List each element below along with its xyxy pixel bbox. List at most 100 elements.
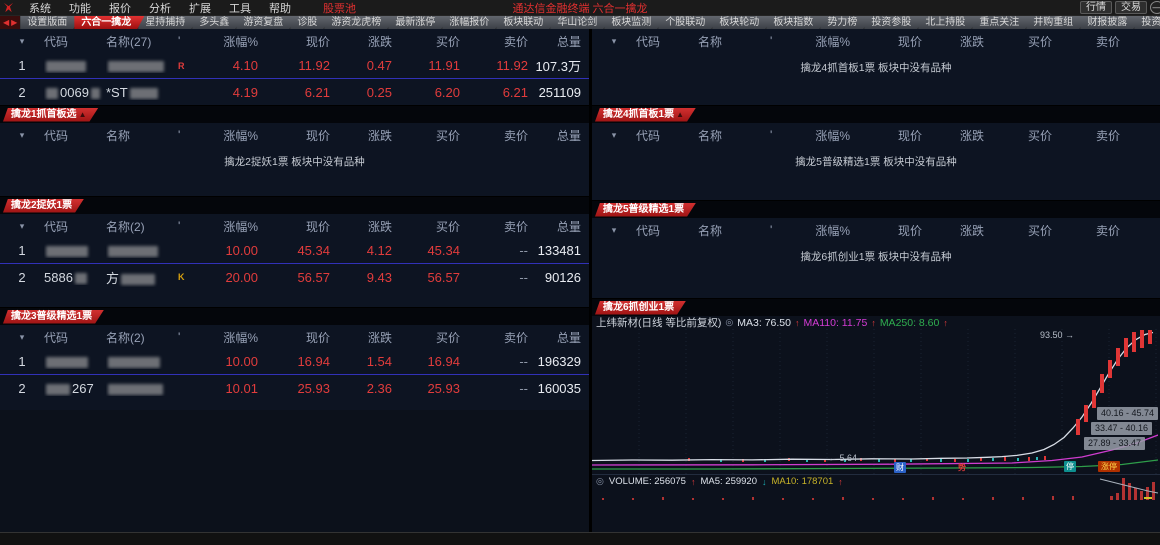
column-header[interactable]: 名称 bbox=[106, 127, 178, 144]
column-header[interactable]: 买价 bbox=[392, 127, 460, 144]
column-header[interactable]: 买价 bbox=[392, 329, 460, 346]
page-tab[interactable]: 华山论剑 bbox=[550, 16, 610, 29]
header-dropdown-icon[interactable]: ▾ bbox=[0, 221, 44, 232]
menu-item-stock-pool[interactable]: 股票池 bbox=[314, 0, 365, 16]
column-header[interactable]: ' bbox=[178, 128, 200, 142]
column-header[interactable]: 买价 bbox=[392, 33, 460, 50]
column-header[interactable]: 买价 bbox=[984, 127, 1052, 144]
column-header[interactable]: 涨跌 bbox=[330, 218, 392, 235]
column-header[interactable]: 总量 bbox=[528, 218, 589, 235]
column-header[interactable]: 总量 bbox=[1120, 222, 1160, 239]
page-tab[interactable]: 最新涨停 bbox=[388, 16, 448, 29]
column-header[interactable]: 涨幅% bbox=[792, 33, 850, 50]
column-header[interactable]: 名称(27) bbox=[106, 33, 178, 50]
column-header[interactable]: 涨跌 bbox=[922, 222, 984, 239]
column-header[interactable]: 总量 bbox=[1120, 127, 1160, 144]
column-header[interactable]: 涨跌 bbox=[330, 33, 392, 50]
column-header[interactable]: 代码 bbox=[44, 218, 106, 235]
column-header[interactable]: 买价 bbox=[392, 218, 460, 235]
tab-scroll-left-icon[interactable]: ◀ bbox=[3, 19, 9, 27]
header-dropdown-icon[interactable]: ▾ bbox=[0, 332, 44, 343]
column-header[interactable]: 代码 bbox=[44, 127, 106, 144]
column-header[interactable]: ' bbox=[178, 219, 200, 233]
table-row[interactable]: 1 10.00 45.34 4.12 45.34 -- 133481 bbox=[0, 238, 589, 264]
column-header[interactable]: 名称(2) bbox=[106, 329, 178, 346]
header-dropdown-icon[interactable]: ▾ bbox=[0, 36, 44, 47]
page-tab[interactable]: 投资数据 bbox=[1134, 16, 1160, 29]
column-header[interactable]: 卖价 bbox=[1052, 33, 1120, 50]
volume-chart[interactable]: ◎ VOLUME: 256075↑ MA5: 259920↓ MA10: 178… bbox=[592, 474, 1160, 500]
column-header[interactable]: 代码 bbox=[636, 222, 698, 239]
tab-scroll-arrows[interactable]: ◀ ▶ bbox=[0, 16, 20, 29]
column-header[interactable]: 卖价 bbox=[460, 127, 528, 144]
menu-item-function[interactable]: 功能 bbox=[60, 0, 100, 16]
menu-item-tools[interactable]: 工具 bbox=[220, 0, 260, 16]
column-header[interactable]: ' bbox=[770, 128, 792, 142]
menu-item-extend[interactable]: 扩展 bbox=[180, 0, 220, 16]
column-header[interactable]: ' bbox=[770, 223, 792, 237]
page-tab[interactable]: 游资复盘 bbox=[236, 16, 296, 29]
column-header[interactable]: 代码 bbox=[636, 127, 698, 144]
column-header[interactable]: 现价 bbox=[850, 33, 922, 50]
column-header[interactable]: 总量 bbox=[1120, 33, 1160, 50]
column-header[interactable]: 涨幅% bbox=[200, 127, 258, 144]
page-tab[interactable]: 板块监测 bbox=[604, 16, 664, 29]
page-tab[interactable]: 重点关注 bbox=[972, 16, 1032, 29]
column-header[interactable]: 涨幅% bbox=[200, 33, 258, 50]
column-header[interactable]: 涨跌 bbox=[330, 329, 392, 346]
column-header[interactable]: 现价 bbox=[258, 329, 330, 346]
column-header[interactable]: 代码 bbox=[636, 33, 698, 50]
column-header[interactable]: 涨幅% bbox=[792, 127, 850, 144]
column-header[interactable]: 卖价 bbox=[460, 33, 528, 50]
column-header[interactable]: 卖价 bbox=[1052, 127, 1120, 144]
column-header[interactable]: 名称(2) bbox=[106, 218, 178, 235]
table-row[interactable]: 1 10.00 16.94 1.54 16.94 -- 196329 bbox=[0, 349, 589, 375]
column-header[interactable]: 现价 bbox=[850, 222, 922, 239]
page-tab[interactable]: 并购重组 bbox=[1026, 16, 1086, 29]
column-header[interactable]: 代码 bbox=[44, 33, 106, 50]
page-tab[interactable]: 板块轮动 bbox=[712, 16, 772, 29]
quote-button[interactable]: 行情 bbox=[1080, 1, 1112, 14]
page-tab[interactable]: 板块指数 bbox=[766, 16, 826, 29]
header-dropdown-icon[interactable]: ▾ bbox=[592, 36, 636, 47]
menu-item-system[interactable]: 系统 bbox=[20, 0, 60, 16]
column-header[interactable]: 名称 bbox=[698, 222, 770, 239]
column-header[interactable]: 涨跌 bbox=[922, 127, 984, 144]
page-tab[interactable]: 多头鑫 bbox=[192, 16, 242, 29]
column-header[interactable]: 总量 bbox=[528, 329, 589, 346]
page-tab[interactable]: 板块联动 bbox=[496, 16, 556, 29]
column-header[interactable]: 买价 bbox=[984, 33, 1052, 50]
table-row[interactable]: 2 0069 *ST 4.19 6.21 0.25 6.20 6.21 2511… bbox=[0, 79, 589, 105]
column-header[interactable]: 卖价 bbox=[460, 329, 528, 346]
page-tab[interactable]: 势力榜 bbox=[820, 16, 870, 29]
price-chart[interactable]: 93.50 → 40.16 - 45.74 33.47 - 40.16 27.8… bbox=[592, 329, 1160, 474]
column-header[interactable]: 现价 bbox=[850, 127, 922, 144]
column-header[interactable]: ' bbox=[178, 330, 200, 344]
table-row[interactable]: 2 267 10.01 25.93 2.36 25.93 -- 160035 bbox=[0, 375, 589, 401]
column-header[interactable]: 涨幅% bbox=[200, 329, 258, 346]
menu-item-quotes[interactable]: 报价 bbox=[100, 0, 140, 16]
page-tab[interactable]: 星持捕持 bbox=[138, 16, 198, 29]
tab-scroll-right-icon[interactable]: ▶ bbox=[11, 19, 17, 27]
menu-item-analysis[interactable]: 分析 bbox=[140, 0, 180, 16]
table-row[interactable]: 2 5886 方 K 20.00 56.57 9.43 56.57 -- 901… bbox=[0, 264, 589, 290]
column-header[interactable]: 名称 bbox=[698, 127, 770, 144]
column-header[interactable]: 涨幅% bbox=[200, 218, 258, 235]
page-tab[interactable]: 游资龙虎榜 bbox=[324, 16, 394, 29]
page-tab[interactable]: 六合一擒龙 bbox=[74, 16, 144, 29]
column-header[interactable]: 现价 bbox=[258, 127, 330, 144]
column-header[interactable]: 现价 bbox=[258, 33, 330, 50]
page-tab[interactable]: 北上持股 bbox=[918, 16, 978, 29]
page-tab[interactable]: 涨幅报价 bbox=[442, 16, 502, 29]
column-header[interactable]: 涨幅% bbox=[792, 222, 850, 239]
trade-button[interactable]: 交易 bbox=[1115, 1, 1147, 14]
column-header[interactable]: 代码 bbox=[44, 329, 106, 346]
header-dropdown-icon[interactable]: ▾ bbox=[592, 225, 636, 236]
column-header[interactable]: ' bbox=[770, 34, 792, 48]
column-header[interactable]: 涨跌 bbox=[922, 33, 984, 50]
column-header[interactable]: 总量 bbox=[528, 127, 589, 144]
column-header[interactable]: 现价 bbox=[258, 218, 330, 235]
column-header[interactable]: 买价 bbox=[984, 222, 1052, 239]
column-header[interactable]: ' bbox=[178, 34, 200, 48]
menu-item-help[interactable]: 帮助 bbox=[260, 0, 300, 16]
